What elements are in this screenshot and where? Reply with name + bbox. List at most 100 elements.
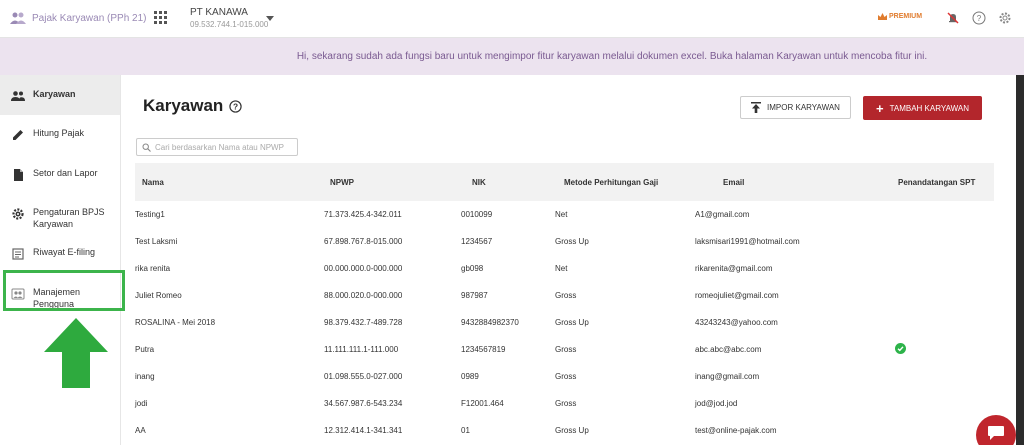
table-row[interactable]: Test Laksmi 67.898.767.8-015.000 1234567 Gr… <box>135 228 994 255</box>
cell-nik: 0010099 <box>461 210 493 219</box>
gear-icon <box>12 208 24 220</box>
cell-npwp: 01.098.555.0-027.000 <box>324 372 403 381</box>
notification-off-icon[interactable] <box>946 11 960 25</box>
help-icon[interactable]: ? <box>229 99 243 113</box>
cell-nama: rika renita <box>135 264 171 273</box>
cell-npwp: 88.000.020.0-000.000 <box>324 291 403 300</box>
tambah-karyawan-label: TAMBAH KARYAWAN <box>889 103 969 113</box>
column-header-metode[interactable]: Metode Perhitungan Gaji <box>564 178 658 187</box>
cell-nik: 0989 <box>461 372 479 381</box>
cell-email: laksmisari1991@hotmail.com <box>695 237 800 246</box>
sidebar-item-karyawan[interactable]: Karyawan <box>0 75 120 115</box>
search-box[interactable] <box>136 138 298 156</box>
table-row[interactable]: AA 12.312.414.1-341.341 01 Gross Up test@onl… <box>135 417 994 444</box>
chevron-down-icon[interactable] <box>266 16 274 21</box>
cell-npwp: 12.312.414.1-341.341 <box>324 426 403 435</box>
banner-text: Hi, sekarang sudah ada fungsi baru untuk… <box>296 51 928 62</box>
cell-metode: Gross <box>555 291 577 300</box>
table-row[interactable]: rika renita 00.000.000.0-000.000 gb098 Net r… <box>135 255 994 282</box>
sidebar-item-label: Setor dan Lapor <box>33 168 98 178</box>
search-icon <box>142 143 151 152</box>
svg-text:?: ? <box>233 101 238 111</box>
app-name: Pajak Karyawan (PPh 21) <box>32 12 147 24</box>
sidebar-item-label: Hitung Pajak <box>33 128 85 138</box>
cell-nik: 1234567 <box>461 237 493 246</box>
tambah-karyawan-button[interactable]: + TAMBAH KARYAWAN <box>863 96 982 120</box>
cell-metode: Gross Up <box>555 237 589 246</box>
table-row[interactable]: Putra 11.111.111.1-111.000 1234567819 Gross… <box>135 336 994 363</box>
cell-email: A1@gmail.com <box>695 210 750 219</box>
cell-nik: F12001.464 <box>461 399 504 408</box>
cell-nama: ROSALINA - Mei 2018 <box>135 318 216 327</box>
cell-npwp: 11.111.111.1-111.000 <box>324 345 399 354</box>
chat-icon <box>988 426 1004 440</box>
cell-nama: Test Laksmi <box>135 237 178 246</box>
plus-icon: + <box>875 100 884 116</box>
pencil-icon <box>13 130 23 140</box>
check-circle-icon <box>895 343 906 354</box>
cell-nama: jodi <box>135 399 148 408</box>
document-icon <box>14 169 23 181</box>
people-icon <box>11 91 25 101</box>
cell-nik: 1234567819 <box>461 345 506 354</box>
people-logo-icon <box>10 12 26 24</box>
cell-nama: inang <box>135 372 155 381</box>
cell-npwp: 00.000.000.0-000.000 <box>324 264 403 273</box>
premium-label: PREMIUM <box>889 13 923 20</box>
table-row[interactable]: inang 01.098.555.0-027.000 0989 Gross inang@… <box>135 363 994 390</box>
cell-npwp: 98.379.432.7-489.728 <box>324 318 403 327</box>
company-selector[interactable]: PT KANAWA 09.532.744.1-015.000 <box>190 7 268 29</box>
cell-email: test@online-pajak.com <box>695 426 777 435</box>
column-header-nama[interactable]: Nama <box>142 178 164 187</box>
sidebar-item-label: Pengaturan BPJS Karyawan <box>33 207 105 229</box>
company-npwp: 09.532.744.1-015.000 <box>190 20 269 29</box>
page-title-text: Karyawan <box>143 96 224 115</box>
impor-karyawan-label: IMPOR KARYAWAN <box>767 103 840 112</box>
cell-metode: Net <box>555 210 568 219</box>
cell-email: rikarenita@gmail.com <box>695 264 773 273</box>
settings-gear-icon[interactable] <box>998 11 1012 25</box>
cell-metode: Gross Up <box>555 318 589 327</box>
cell-npwp: 34.567.987.6-543.234 <box>324 399 403 408</box>
sidebar-item-riwayat-efiling[interactable]: Riwayat E-filing <box>0 246 120 266</box>
table-row[interactable]: Testing1 71.373.425.4-342.011 0010099 Net A1… <box>135 201 994 228</box>
arrow-up-icon <box>44 318 108 388</box>
app-grid-icon[interactable] <box>154 11 168 25</box>
cell-email: jod@jod.jod <box>695 399 738 408</box>
sidebar-item-hitung-pajak[interactable]: Hitung Pajak <box>0 127 120 147</box>
highlight-box <box>3 270 125 311</box>
cell-nik: 9432884982370 <box>461 318 519 327</box>
app-brand[interactable]: Pajak Karyawan (PPh 21) <box>10 11 147 25</box>
top-bar: Pajak Karyawan (PPh 21) PT KANAWA 09.532… <box>0 0 1024 38</box>
scrollbar[interactable] <box>1016 75 1024 445</box>
table-body: Testing1 71.373.425.4-342.011 0010099 Net A1… <box>135 201 994 444</box>
column-header-penandatangan-spt[interactable]: Penandatangan SPT <box>898 178 975 187</box>
table-row[interactable]: Juliet Romeo 88.000.020.0-000.000 987987 Gr… <box>135 282 994 309</box>
impor-karyawan-button[interactable]: IMPOR KARYAWAN <box>740 96 851 119</box>
cell-metode: Gross <box>555 399 577 408</box>
help-icon[interactable]: ? <box>972 11 986 25</box>
table-row[interactable]: ROSALINA - Mei 2018 98.379.432.7-489.728 9… <box>135 309 994 336</box>
search-input[interactable] <box>155 142 295 152</box>
column-header-nik[interactable]: NIK <box>472 178 486 187</box>
cell-nik: 01 <box>461 426 470 435</box>
cell-nama: Juliet Romeo <box>135 291 182 300</box>
table-header: Nama NPWP NIK Metode Perhitungan Gaji Em… <box>135 163 994 201</box>
main-content: Karyawan ? IMPOR KARYAWAN + TAMBAH KARYA… <box>121 75 1024 445</box>
info-banner: Hi, sekarang sudah ada fungsi baru untuk… <box>0 38 1024 75</box>
sidebar-item-setor-lapor[interactable]: Setor dan Lapor <box>0 167 120 187</box>
premium-badge[interactable]: PREMIUM <box>878 13 922 20</box>
upload-icon <box>751 102 762 113</box>
cell-npwp: 71.373.425.4-342.011 <box>324 210 402 219</box>
cell-email: 43243243@yahoo.com <box>695 318 778 327</box>
cell-email: romeojuliet@gmail.com <box>695 291 779 300</box>
column-header-email[interactable]: Email <box>723 178 744 187</box>
cell-metode: Gross <box>555 372 577 381</box>
column-header-npwp[interactable]: NPWP <box>330 178 354 187</box>
table-row[interactable]: jodi 34.567.987.6-543.234 F12001.464 Gross j… <box>135 390 994 417</box>
sidebar-item-pengaturan-bpjs[interactable]: Pengaturan BPJS Karyawan <box>0 206 120 236</box>
history-icon <box>12 248 24 260</box>
cell-nama: AA <box>135 426 146 435</box>
company-name: PT KANAWA <box>190 7 248 18</box>
cell-metode: Gross Up <box>555 426 589 435</box>
